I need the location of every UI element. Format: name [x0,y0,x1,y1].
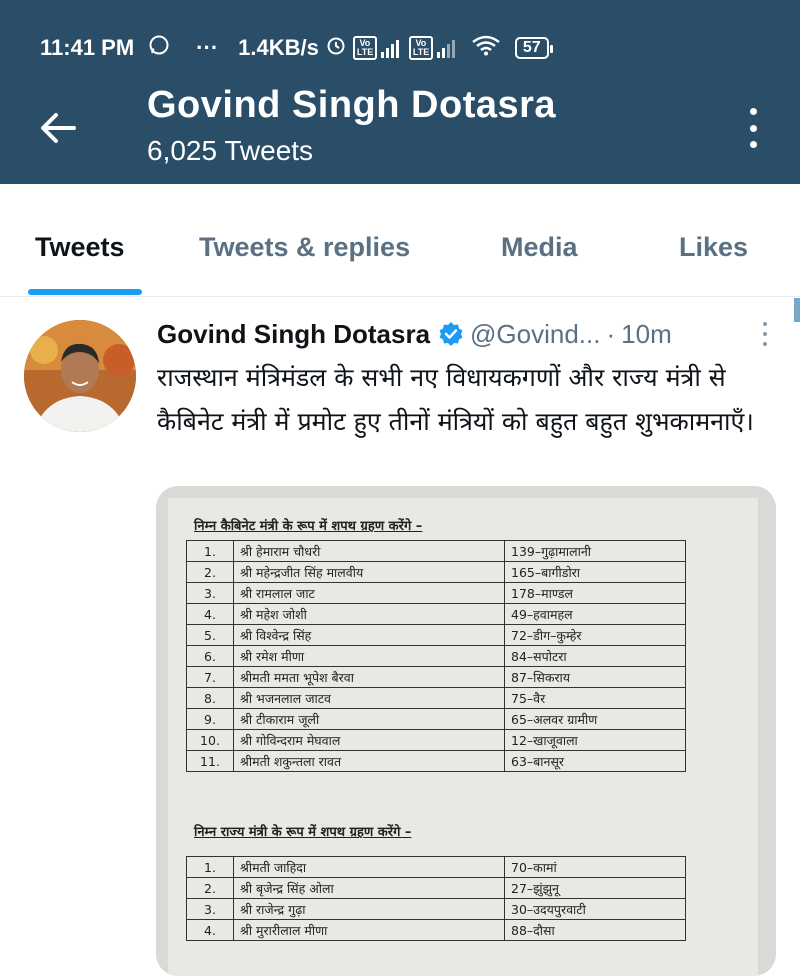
table-cell-name: श्रीमती जाहिदा [233,856,505,878]
table-cell-const: 88–दौसा [504,919,686,941]
table-cell-num: 1. [186,856,234,878]
active-tab-indicator [28,289,142,295]
status-bar: 11:41 PM ··· 1.4KB/s Vo LTE Vo LTE 57 [40,30,770,66]
table-row: 1. श्रीमती जाहिदा 70–कामां [186,856,686,878]
table-cell-name: श्री रमेश मीणा [233,645,505,667]
table-cell-num: 4. [186,603,234,625]
whatsapp-icon [148,34,170,62]
tweet-author-handle[interactable]: @Govind... [470,319,600,350]
table-cell-name: श्री भजनलाल जाटव [233,687,505,709]
tab-likes[interactable]: Likes [679,232,748,263]
table-cell-num: 6. [186,645,234,667]
table-cell-const: 75–वैर [504,687,686,709]
wifi-icon [471,34,501,62]
alarm-icon [325,34,347,62]
table-row: 3. श्री रामलाल जाट 178–माण्डल [186,582,686,604]
status-time: 11:41 PM [40,35,135,60]
table-cell-const: 63–बानसूर [504,750,686,772]
table-cell-num: 1. [186,540,234,562]
table-cell-num: 2. [186,561,234,583]
table-cell-const: 30–उदयपुरवाटी [504,898,686,920]
table-cell-const: 87–सिकराय [504,666,686,688]
table-row: 4. श्री महेश जोशी 49–हवामहल [186,603,686,625]
signal-icon [380,38,399,58]
table-cell-num: 2. [186,877,234,899]
table-cell-num: 3. [186,898,234,920]
tweet-count: 6,025 Tweets [147,135,314,166]
back-arrow-icon[interactable] [38,108,78,148]
table-cell-name: श्री महेन्द्रजीत सिंह मालवीय [233,561,505,583]
table-cell-num: 3. [186,582,234,604]
verified-badge-icon [438,321,464,347]
tweet-author-name[interactable]: Govind Singh Dotasra [157,319,430,350]
state-ministers-table: 1. श्रीमती जाहिदा 70–कामां 2. श्री बृजेन्द्र… [186,856,686,941]
table-cell-num: 10. [186,729,234,751]
separator-dot: · [606,318,616,349]
battery-icon: 57 [514,37,553,59]
tweet-more-icon[interactable] [762,322,768,346]
signal-icon-2 [436,38,455,58]
tab-tweets-replies[interactable]: Tweets & replies [199,232,410,263]
volte-icon: Vo LTE [352,36,377,60]
table-cell-name: श्री राजेन्द्र गुढ़ा [233,898,505,920]
table-cell-const: 12–खाजूवाला [504,729,686,751]
document-photo: निम्न कैबिनेट मंत्री के रूप में शपथ ग्रह… [168,498,758,976]
table-cell-num: 9. [186,708,234,730]
table-cell-const: 27–झुंझुनू [504,877,686,899]
avatar[interactable] [24,320,136,432]
table-cell-const: 178–माण्डल [504,582,686,604]
table-cell-const: 49–हवामहल [504,603,686,625]
tweet[interactable]: Govind Singh Dotasra @Govind... · 10m रा… [0,298,800,978]
table-cell-name: श्री मुरारीलाल मीणा [233,919,505,941]
table-row: 2. श्री बृजेन्द्र सिंह ओला 27–झुंझुनू [186,877,686,899]
table-cell-num: 8. [186,687,234,709]
table-row: 3. श्री राजेन्द्र गुढ़ा 30–उदयपुरवाटी [186,898,686,920]
table-row: 4. श्री मुरारीलाल मीणा 88–दौसा [186,919,686,941]
table-cell-name: श्री बृजेन्द्र सिंह ओला [233,877,505,899]
table-cell-name: श्री टीकाराम जूली [233,708,505,730]
table-cell-name: श्री गोविन्दराम मेघवाल [233,729,505,751]
table-cell-name: श्रीमती शकुन्तला रावत [233,750,505,772]
status-dots: ··· [196,35,219,60]
volte-icon-2: Vo LTE [408,36,433,60]
tweet-timestamp[interactable]: 10m [621,319,672,350]
table-cell-const: 72–डीग–कुम्हेर [504,624,686,646]
profile-tabs: Tweets Tweets & replies Media Likes [0,184,800,297]
profile-header: 11:41 PM ··· 1.4KB/s Vo LTE Vo LTE 57 Go… [0,0,800,184]
cabinet-ministers-table: 1. श्री हेमाराम चौधरी 139–गुढ़ामालानी 2. श्र… [186,540,686,772]
table-cell-num: 11. [186,750,234,772]
table-cell-num: 5. [186,624,234,646]
overflow-menu-icon[interactable] [748,108,758,148]
tweet-header: Govind Singh Dotasra @Govind... · 10m [157,316,760,352]
tweet-text: राजस्थान मंत्रिमंडल के सभी नए विधायकगणों… [157,363,754,436]
state-section-title: निम्न राज्य मंत्री के रूप में शपथ ग्रहण … [194,825,412,840]
table-row: 10. श्री गोविन्दराम मेघवाल 12–खाजूवाला [186,729,686,751]
tweet-image[interactable]: निम्न कैबिनेट मंत्री के रूप में शपथ ग्रह… [156,486,776,976]
cabinet-section-title: निम्न कैबिनेट मंत्री के रूप में शपथ ग्रह… [194,519,423,534]
table-cell-const: 70–कामां [504,856,686,878]
table-cell-name: श्री हेमाराम चौधरी [233,540,505,562]
table-cell-num: 7. [186,666,234,688]
table-cell-const: 84–सपोटरा [504,645,686,667]
table-row: 9. श्री टीकाराम जूली 65–अलवर ग्रामीण [186,708,686,730]
tab-media[interactable]: Media [501,232,578,263]
table-row: 6. श्री रमेश मीणा 84–सपोटरा [186,645,686,667]
table-cell-num: 4. [186,919,234,941]
table-cell-name: श्री रामलाल जाट [233,582,505,604]
profile-name: Govind Singh Dotasra [147,84,557,126]
table-row: 1. श्री हेमाराम चौधरी 139–गुढ़ामालानी [186,540,686,562]
table-row: 8. श्री भजनलाल जाटव 75–वैर [186,687,686,709]
table-cell-const: 165–बागीडोरा [504,561,686,583]
table-row: 11. श्रीमती शकुन्तला रावत 63–बानसूर [186,750,686,772]
tab-tweets[interactable]: Tweets [35,232,125,263]
table-row: 7. श्रीमती ममता भूपेश बैरवा 87–सिकराय [186,666,686,688]
table-row: 5. श्री विश्वेन्द्र सिंह 72–डीग–कुम्हेर [186,624,686,646]
network-speed: 1.4KB/s [238,35,319,60]
table-cell-const: 65–अलवर ग्रामीण [504,708,686,730]
table-cell-name: श्री महेश जोशी [233,603,505,625]
table-cell-const: 139–गुढ़ामालानी [504,540,686,562]
table-cell-name: श्री विश्वेन्द्र सिंह [233,624,505,646]
table-row: 2. श्री महेन्द्रजीत सिंह मालवीय 165–बागीडो… [186,561,686,583]
table-cell-name: श्रीमती ममता भूपेश बैरवा [233,666,505,688]
